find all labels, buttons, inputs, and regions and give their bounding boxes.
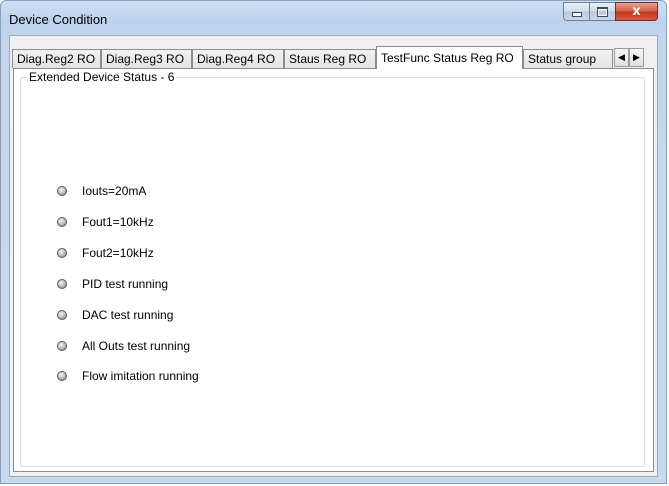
status-led-icon [57, 248, 67, 258]
status-item-iouts: Iouts=20mA [57, 183, 146, 199]
triangle-left-icon: ◀ [618, 52, 625, 62]
tab-scroll-left-button[interactable]: ◀ [614, 48, 629, 67]
minimize-button[interactable] [563, 2, 589, 21]
tab-label: Diag.Reg2 RO [17, 52, 96, 66]
tab-scroll-buttons: ◀ ▶ [614, 48, 644, 67]
tab-testfunc-status-reg[interactable]: TestFunc Status Reg RO [376, 46, 523, 69]
status-item-fout2: Fout2=10kHz [57, 245, 154, 261]
maximize-button[interactable] [589, 2, 615, 21]
tab-label: Status group [528, 52, 597, 66]
tab-diag-reg4[interactable]: Diag.Reg4 RO [192, 49, 284, 68]
status-label: Fout2=10kHz [82, 246, 154, 260]
tab-page-testfunc-status: Extended Device Status - 6 Iouts=20mA Fo… [13, 68, 654, 472]
tab-label: Diag.Reg4 RO [197, 52, 276, 66]
device-condition-window: Device Condition x Diag.Reg2 RO Diag.Reg… [0, 0, 667, 484]
status-label: Flow imitation running [82, 369, 199, 383]
minimize-icon [571, 12, 582, 17]
group-title: Extended Device Status - 6 [27, 70, 177, 84]
status-label: DAC test running [82, 308, 174, 322]
caption-buttons: x [563, 2, 658, 21]
status-led-icon [57, 371, 67, 381]
status-led-icon [57, 341, 67, 351]
maximize-icon [597, 6, 608, 17]
tab-label: Staus Reg RO [289, 52, 367, 66]
close-icon: x [632, 4, 641, 19]
tab-label: TestFunc Status Reg RO [381, 51, 514, 65]
triangle-right-icon: ▶ [633, 52, 640, 62]
status-item-dac-test: DAC test running [57, 307, 173, 323]
status-label: Iouts=20mA [82, 184, 147, 198]
tab-staus-reg[interactable]: Staus Reg RO [284, 49, 376, 68]
status-led-icon [57, 186, 67, 196]
status-item-all-outs-test: All Outs test running [57, 338, 190, 354]
status-led-icon [57, 217, 67, 227]
window-title: Device Condition [9, 12, 108, 27]
status-led-icon [57, 310, 67, 320]
status-label: Fout1=10kHz [82, 215, 154, 229]
window-client-area: Diag.Reg2 RO Diag.Reg3 RO Diag.Reg4 RO S… [9, 35, 658, 477]
extended-device-status-group: Extended Device Status - 6 Iouts=20mA Fo… [20, 70, 645, 467]
tab-status-group[interactable]: Status group [523, 49, 613, 68]
title-bar[interactable]: Device Condition x [1, 1, 666, 35]
tab-diag-reg3[interactable]: Diag.Reg3 RO [101, 49, 192, 68]
tab-scroll-right-button[interactable]: ▶ [629, 48, 644, 67]
status-label: PID test running [82, 277, 169, 291]
tab-label: Diag.Reg3 RO [106, 52, 185, 66]
tab-diag-reg2[interactable]: Diag.Reg2 RO [12, 49, 101, 68]
close-button[interactable]: x [615, 2, 658, 21]
status-led-icon [57, 279, 67, 289]
status-label: All Outs test running [82, 339, 191, 353]
status-item-flow-imitation: Flow imitation running [57, 368, 199, 384]
status-item-fout1: Fout1=10kHz [57, 214, 154, 230]
tab-strip: Diag.Reg2 RO Diag.Reg3 RO Diag.Reg4 RO S… [10, 46, 657, 69]
status-item-pid-test: PID test running [57, 276, 168, 292]
